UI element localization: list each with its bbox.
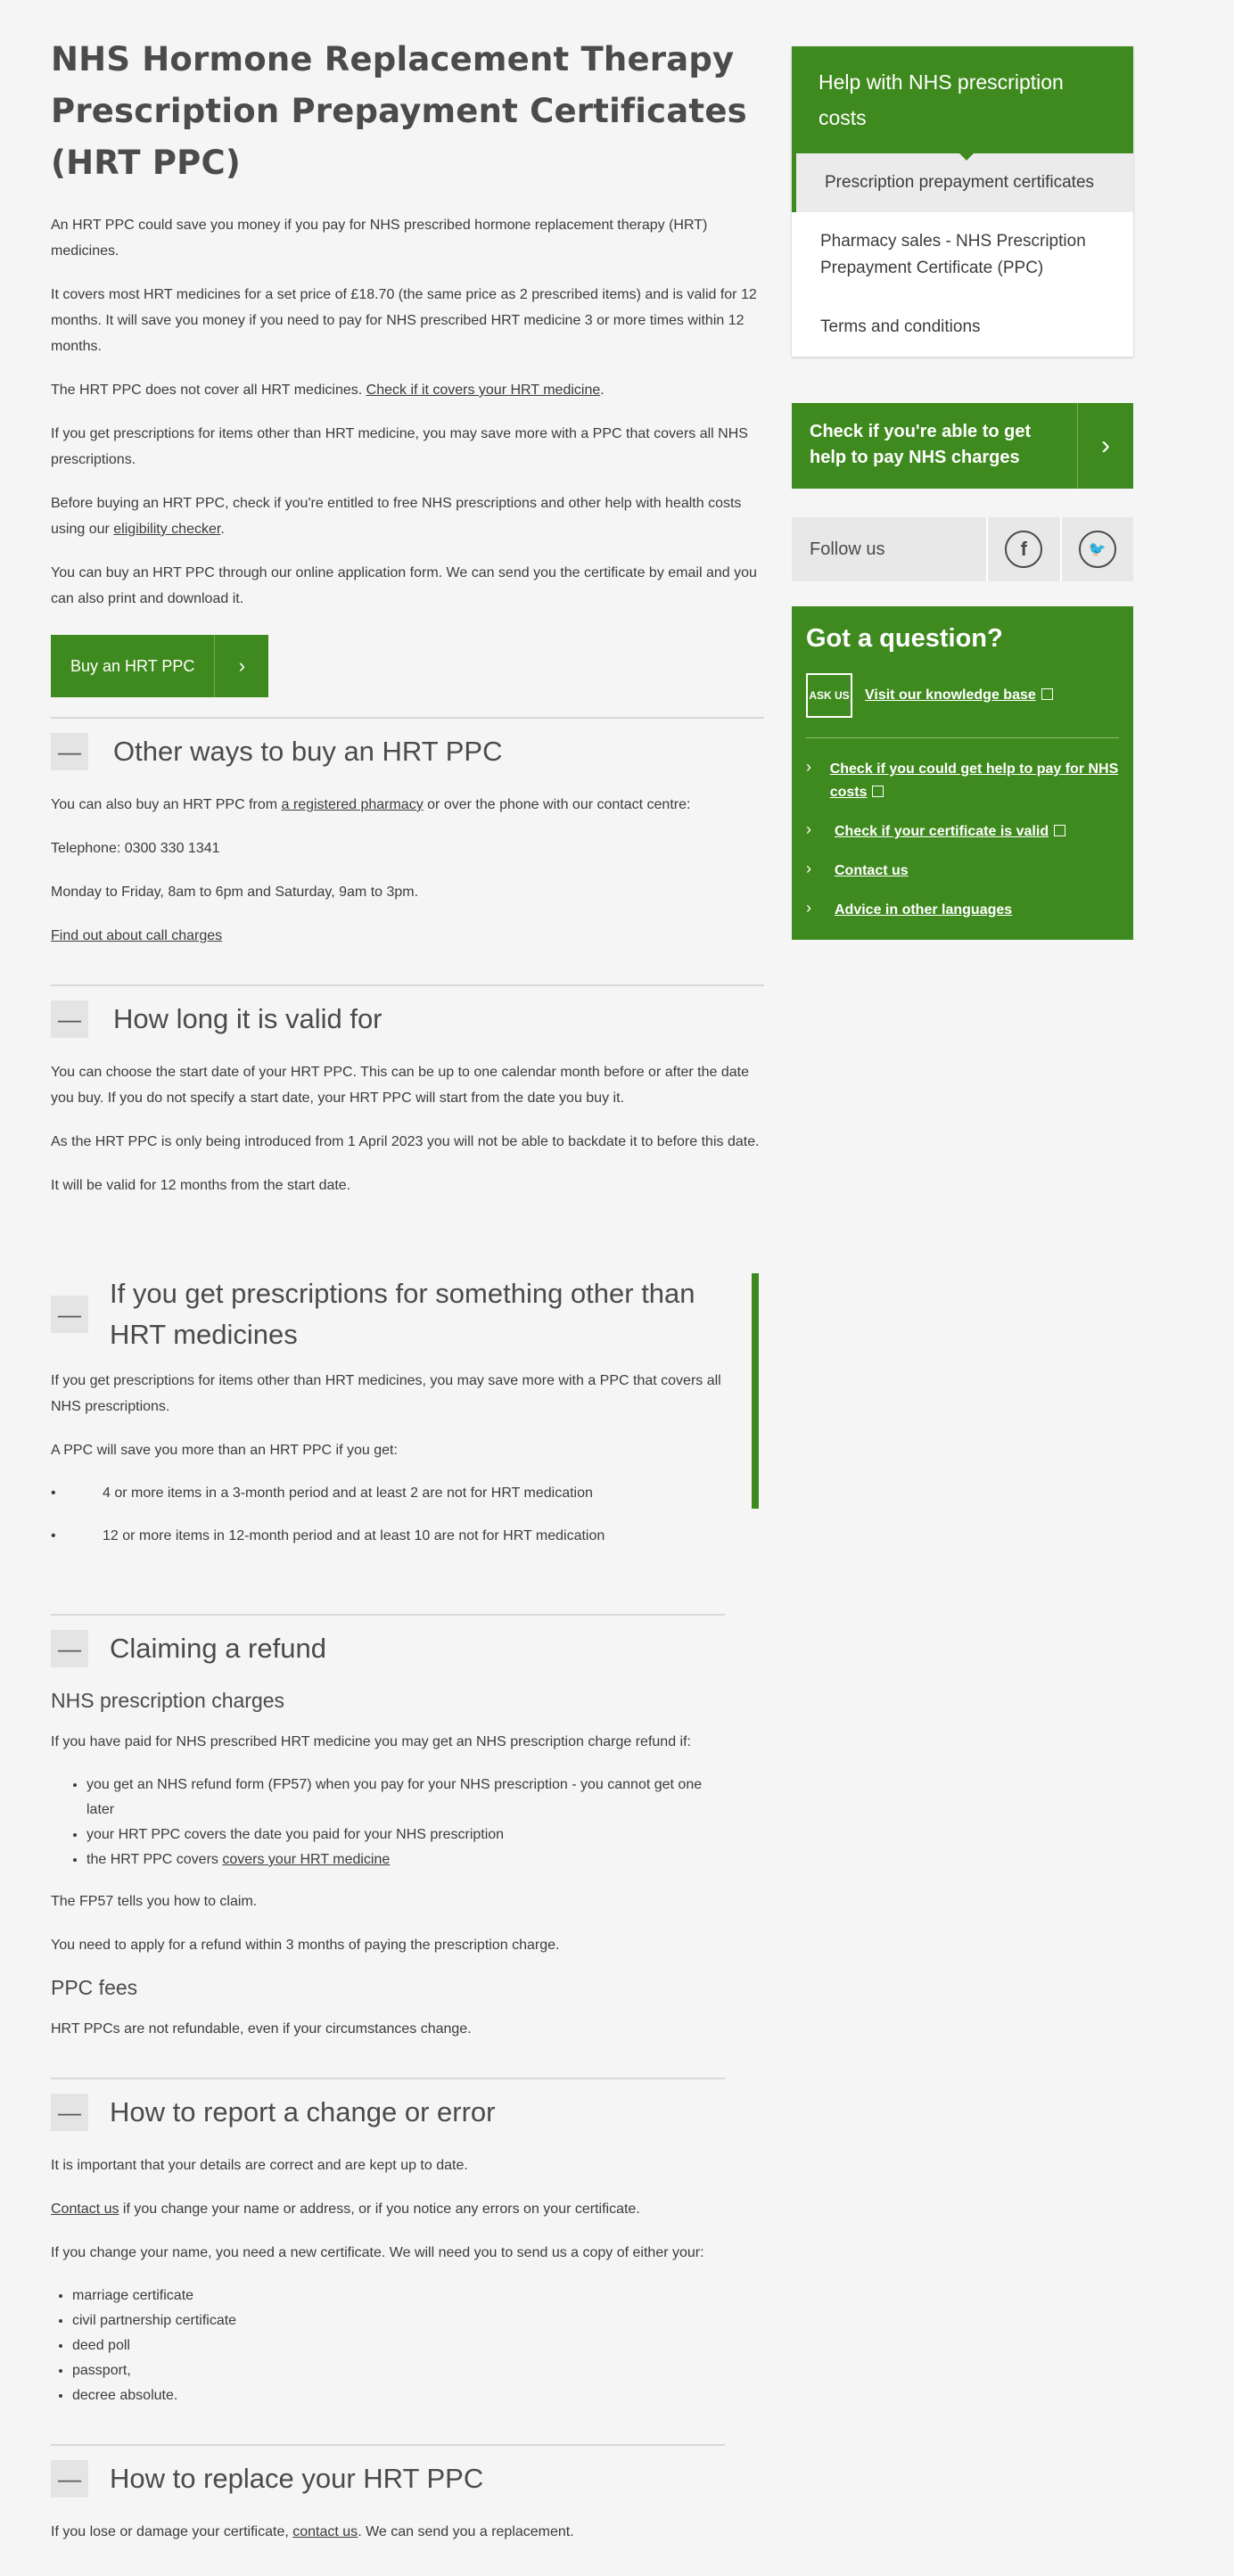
list-item: deed poll bbox=[72, 2333, 725, 2358]
nav-item-pharmacy-sales[interactable]: Pharmacy sales - NHS Prescription Prepay… bbox=[792, 212, 1133, 298]
check-help-label: Check if you're able to get help to pay … bbox=[792, 403, 1078, 489]
collapse-toggle[interactable]: — bbox=[51, 1296, 88, 1333]
facebook-button[interactable]: f bbox=[986, 517, 1060, 581]
knowledge-base-link[interactable]: Visit our knowledge base bbox=[865, 684, 1053, 707]
section-refund: — Claiming a refund NHS prescription cha… bbox=[51, 1614, 725, 2042]
chevron-right-icon: › bbox=[806, 899, 811, 917]
contact-us-link[interactable]: Contact us bbox=[51, 2202, 119, 2217]
main-content: NHS Hormone Replacement Therapy Prescrip… bbox=[51, 34, 764, 1216]
section-title[interactable]: How to replace your HRT PPC bbox=[110, 2458, 483, 2499]
buy-button-label: Buy an HRT PPC bbox=[51, 635, 216, 697]
chevron-right-icon: › bbox=[806, 758, 811, 776]
external-link-icon bbox=[1054, 825, 1066, 836]
pharmacy-paragraph: You can also buy an HRT PPC from a regis… bbox=[51, 797, 691, 812]
nav-item-terms[interactable]: Terms and conditions bbox=[792, 298, 1133, 357]
collapse-toggle[interactable]: — bbox=[51, 733, 88, 770]
certificate-valid-link[interactable]: Check if your certificate is valid bbox=[835, 820, 1066, 844]
twitter-button[interactable]: 🐦 bbox=[1059, 517, 1134, 581]
list-item: civil partnership certificate bbox=[72, 2309, 725, 2333]
follow-us-label: Follow us bbox=[810, 539, 885, 559]
valid-paragraph: As the HRT PPC is only being introduced … bbox=[51, 1134, 760, 1149]
contact-us-link[interactable]: Contact us bbox=[835, 860, 909, 883]
active-indicator bbox=[752, 1273, 759, 1509]
other-medicines-paragraph: If you get prescriptions for items other… bbox=[51, 1373, 721, 1414]
list-item: decree absolute. bbox=[72, 2383, 725, 2408]
collapse-toggle[interactable]: — bbox=[51, 2094, 88, 2131]
report-paragraph: If you change your name, you need a new … bbox=[51, 2245, 704, 2260]
collapse-toggle[interactable]: — bbox=[51, 2460, 88, 2498]
section-other-ways: — Other ways to buy an HRT PPC You can a… bbox=[51, 717, 764, 949]
list-item: the HRT PPC covers covers your HRT medic… bbox=[86, 1848, 725, 1872]
other-medicines-paragraph: A PPC will save you more than an HRT PPC… bbox=[51, 1443, 398, 1458]
eligibility-checker-link[interactable]: eligibility checker bbox=[113, 522, 220, 537]
valid-paragraph: It will be valid for 12 months from the … bbox=[51, 1178, 351, 1193]
page-title: NHS Hormone Replacement Therapy Prescrip… bbox=[51, 40, 747, 182]
check-medicine-link[interactable]: Check if it covers your HRT medicine bbox=[366, 383, 601, 398]
section-title[interactable]: How to report a change or error bbox=[110, 2092, 496, 2133]
buy-hrt-ppc-button[interactable]: Buy an HRT PPC › bbox=[51, 635, 269, 697]
question-box: Got a question? ASK US Visit our knowled… bbox=[792, 606, 1133, 940]
ask-us-icon: ASK US bbox=[806, 673, 852, 718]
list-item: • 12 or more items in 12-month period and… bbox=[51, 1528, 605, 1543]
section-valid: — How long it is valid for You can choos… bbox=[51, 984, 764, 1198]
check-help-button[interactable]: Check if you're able to get help to pay … bbox=[792, 403, 1133, 489]
eligibility-paragraph: Before buying an HRT PPC, check if you'r… bbox=[51, 496, 742, 537]
section-title[interactable]: Claiming a refund bbox=[110, 1628, 326, 1669]
external-link-icon bbox=[872, 786, 884, 797]
report-paragraph: Contact us if you change your name or ad… bbox=[51, 2202, 640, 2217]
list-item: marriage certificate bbox=[72, 2284, 725, 2309]
other-languages-link[interactable]: Advice in other languages bbox=[835, 899, 1012, 922]
follow-us-bar: Follow us f 🐦 bbox=[792, 517, 1133, 581]
lower-sections: — Claiming a refund NHS prescription cha… bbox=[51, 1594, 725, 2563]
contact-us-link[interactable]: contact us bbox=[292, 2524, 358, 2539]
opening-hours: Monday to Friday, 8am to 6pm and Saturda… bbox=[51, 885, 419, 900]
section-replace: — How to replace your HRT PPC If you los… bbox=[51, 2444, 725, 2545]
refund-paragraph: HRT PPCs are not refundable, even if you… bbox=[51, 2021, 472, 2037]
help-nav-title: Help with NHS prescription costs bbox=[792, 46, 1133, 160]
nav-item-prepayment[interactable]: Prescription prepayment certificates bbox=[792, 153, 1133, 212]
refund-paragraph: The FP57 tells you how to claim. bbox=[51, 1894, 258, 1909]
help-pay-costs-link[interactable]: Check if you could get help to pay for N… bbox=[830, 758, 1119, 804]
sidebar: Help with NHS prescription costs Prescri… bbox=[792, 46, 1133, 940]
chevron-right-icon: › bbox=[1101, 431, 1110, 460]
list-item: passport, bbox=[72, 2358, 725, 2383]
section-report: — How to report a change or error It is … bbox=[51, 2078, 725, 2408]
list-item: • 4 or more items in a 3-month period and… bbox=[51, 1486, 593, 1501]
list-item: your HRT PPC covers the date you paid fo… bbox=[86, 1823, 725, 1848]
covers-medicine-link[interactable]: covers your HRT medicine bbox=[222, 1852, 390, 1867]
chevron-right-icon: › bbox=[238, 654, 246, 677]
valid-paragraph: You can choose the start date of your HR… bbox=[51, 1065, 750, 1106]
call-charges-link[interactable]: Find out about call charges bbox=[51, 928, 222, 943]
twitter-icon: 🐦 bbox=[1078, 531, 1116, 568]
section-title[interactable]: How long it is valid for bbox=[113, 999, 383, 1040]
subheading: PPC fees bbox=[51, 1976, 138, 1999]
coverage-paragraph: The HRT PPC does not cover all HRT medic… bbox=[51, 383, 605, 398]
intro-paragraph: An HRT PPC could save you money if you p… bbox=[51, 218, 708, 259]
section-title[interactable]: If you get prescriptions for something o… bbox=[110, 1273, 734, 1355]
registered-pharmacy-link[interactable]: a registered pharmacy bbox=[282, 797, 424, 812]
collapse-toggle[interactable]: — bbox=[51, 1630, 88, 1667]
online-paragraph: You can buy an HRT PPC through our onlin… bbox=[51, 565, 757, 606]
help-nav-box: Help with NHS prescription costs Prescri… bbox=[792, 46, 1133, 357]
report-paragraph: It is important that your details are co… bbox=[51, 2158, 468, 2173]
intro-paragraph: It covers most HRT medicines for a set p… bbox=[51, 287, 757, 354]
subheading: NHS prescription charges bbox=[51, 1689, 285, 1712]
telephone-text: Telephone: 0300 330 1341 bbox=[51, 841, 220, 856]
question-title: Got a question? bbox=[806, 624, 1003, 653]
chevron-right-icon: › bbox=[806, 860, 811, 877]
other-items-paragraph: If you get prescriptions for items other… bbox=[51, 426, 748, 467]
section-title[interactable]: Other ways to buy an HRT PPC bbox=[113, 731, 502, 772]
list-item: you get an NHS refund form (FP57) when y… bbox=[86, 1773, 725, 1823]
collapse-toggle[interactable]: — bbox=[51, 1000, 88, 1038]
external-link-icon bbox=[1041, 688, 1053, 700]
replace-paragraph: If you lose or damage your certificate, … bbox=[51, 2524, 574, 2539]
refund-paragraph: If you have paid for NHS prescribed HRT … bbox=[51, 1734, 691, 1749]
refund-paragraph: You need to apply for a refund within 3 … bbox=[51, 1938, 560, 1953]
facebook-icon: f bbox=[1005, 531, 1043, 568]
section-other-medicines: — If you get prescriptions for something… bbox=[27, 1273, 759, 1567]
chevron-right-icon: › bbox=[806, 820, 811, 838]
